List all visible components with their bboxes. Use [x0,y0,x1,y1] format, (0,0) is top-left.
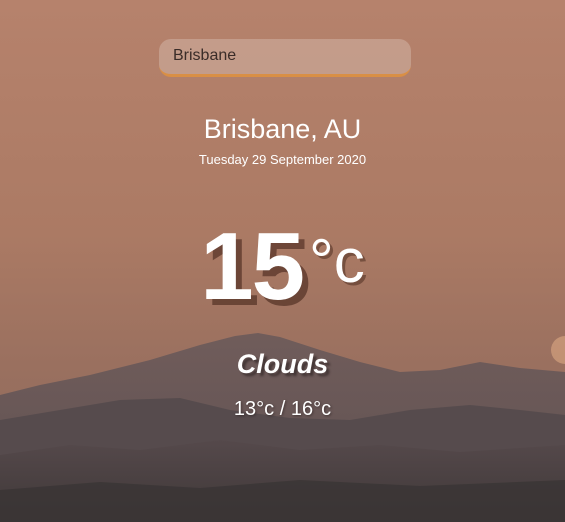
temperature-unit: °c [308,227,365,296]
search-bar [159,39,411,77]
foreground-hills [0,480,565,522]
weather-app: Brisbane, AU Tuesday 29 September 2020 1… [0,0,565,522]
temperature-display: 15°c [0,212,565,322]
weather-condition: Clouds [236,349,329,379]
temperature-range: 13°c / 16°c [233,398,332,420]
current-date: Tuesday 29 September 2020 [198,152,367,167]
search-input[interactable] [159,39,411,77]
location-name: Brisbane, AU [203,114,362,144]
temperature-value: 15 [200,213,305,320]
